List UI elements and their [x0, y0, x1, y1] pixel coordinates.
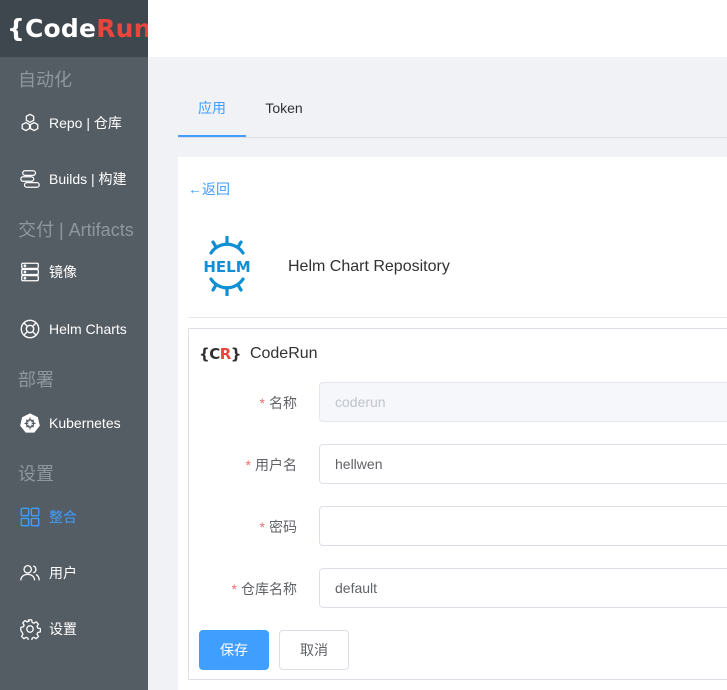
sidebar: {CodeRun} 自动化 Repo | 仓库 Builds | 构建 交付 |… — [0, 0, 169, 690]
sidebar-group-artifacts: 交付 | Artifacts — [18, 220, 134, 240]
sidebar-group-deploy: 部署 — [18, 370, 54, 390]
sidebar-item-label: 整合 — [49, 509, 77, 525]
required-mark: * — [245, 457, 251, 473]
sidebar-item-label: 设置 — [49, 621, 77, 637]
back-link[interactable]: ←返回 — [188, 179, 230, 199]
password-field[interactable] — [319, 506, 727, 546]
username-field[interactable] — [319, 444, 727, 484]
integration-form: {CR} CodeRun *名称 *用户名 *密码 *仓库名称 保存 取消 — [188, 328, 727, 680]
required-mark: * — [259, 519, 265, 535]
brand-run: Run — [96, 14, 152, 43]
sidebar-item-users[interactable]: 用户 — [0, 551, 148, 595]
users-icon — [18, 562, 41, 585]
required-mark: * — [231, 581, 237, 597]
top-header — [148, 0, 727, 57]
username-label: * 用户名 — [245, 457, 297, 473]
lifebuoy-icon — [18, 318, 41, 341]
integration-name: CodeRun — [249, 345, 318, 362]
kubernetes-icon — [18, 412, 41, 435]
helm-logo-icon: HELM — [203, 236, 251, 296]
sidebar-item-repo[interactable]: Repo | 仓库 — [0, 101, 148, 145]
integration-detail-card: ←返回 HELM Helm Chart Repository {CR} Code… — [178, 157, 727, 690]
brand-code: Code — [25, 14, 97, 43]
sidebar-item-label: Builds | 构建 — [49, 171, 127, 187]
coderun-icon: {CR} — [199, 345, 241, 363]
sidebar-item-label: Kubernetes — [49, 415, 121, 431]
sidebar-group-settings: 设置 — [18, 464, 54, 484]
stack-icon — [18, 168, 41, 191]
name-label: * 名称 — [259, 395, 297, 411]
tab-bar: 应用 Token — [178, 87, 727, 138]
repository-name-label: * 仓库名称 — [231, 581, 297, 597]
name-field[interactable] — [319, 382, 727, 422]
sidebar-item-label: 镜像 — [49, 264, 77, 280]
sidebar-item-images[interactable]: 镜像 — [0, 250, 148, 294]
tab-token[interactable]: Token — [246, 87, 322, 137]
sidebar-item-label: Repo | 仓库 — [49, 115, 122, 131]
brand-logo[interactable]: {CodeRun} — [0, 0, 169, 57]
sidebar-item-label: 用户 — [49, 565, 77, 581]
sidebar-item-kubernetes[interactable]: Kubernetes — [0, 401, 148, 445]
gear-icon — [18, 618, 41, 641]
sidebar-item-settings[interactable]: 设置 — [0, 607, 148, 651]
helm-logo-text: HELM — [203, 258, 250, 276]
save-button[interactable]: 保存 — [199, 630, 269, 670]
required-mark: * — [259, 395, 265, 411]
grid-icon — [18, 506, 41, 529]
sidebar-item-builds[interactable]: Builds | 构建 — [0, 157, 148, 201]
brand-open-brace: { — [7, 14, 25, 43]
sidebar-item-integration[interactable]: 整合 — [0, 495, 148, 539]
divider — [188, 317, 727, 318]
sidebar-group-automation: 自动化 — [18, 70, 72, 90]
integration-header: {CR} CodeRun — [199, 345, 318, 363]
sidebar-item-helm-charts[interactable]: Helm Charts — [0, 307, 148, 351]
server-icon — [18, 261, 41, 284]
repository-name-field[interactable] — [319, 568, 727, 608]
repository-title: Helm Chart Repository — [288, 258, 450, 275]
sidebar-item-label: Helm Charts — [49, 321, 127, 337]
cubes-icon — [18, 112, 41, 135]
tab-apps[interactable]: 应用 — [178, 87, 246, 137]
password-label: * 密码 — [259, 519, 297, 535]
cancel-button[interactable]: 取消 — [279, 630, 349, 670]
